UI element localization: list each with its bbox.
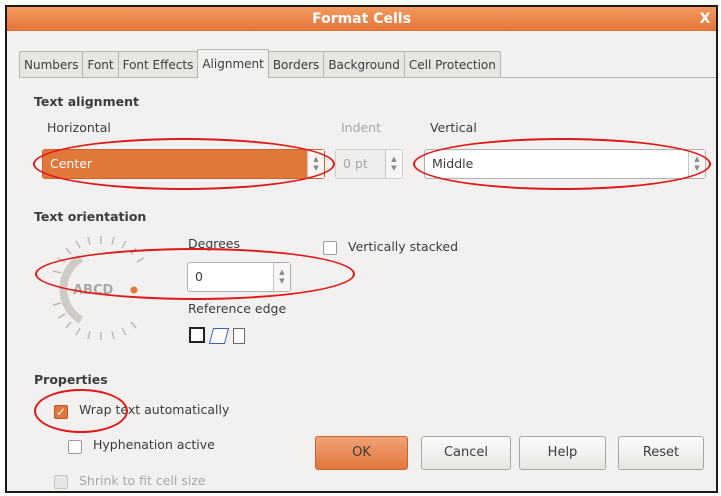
- horizontal-select[interactable]: Center ▲ ▼: [42, 149, 325, 179]
- dialog-title: Format Cells: [312, 11, 411, 27]
- reference-edge-bottom-icon[interactable]: [189, 327, 205, 343]
- properties-heading: Properties: [34, 372, 108, 387]
- vertical-value: Middle: [432, 156, 474, 171]
- indent-label: Indent: [341, 120, 382, 135]
- reference-edge-top-icon[interactable]: [208, 328, 230, 344]
- horizontal-label: Horizontal: [47, 120, 111, 135]
- indent-spin-icon[interactable]: ▲ ▼: [385, 150, 402, 178]
- degrees-spin-icon[interactable]: ▲ ▼: [273, 263, 290, 291]
- orientation-dial[interactable]: ABCD: [41, 228, 161, 348]
- reference-edge-inside-icon[interactable]: [233, 328, 245, 344]
- text-alignment-heading: Text alignment: [34, 94, 139, 109]
- ok-button[interactable]: OK: [315, 436, 408, 470]
- tab-background[interactable]: Background: [323, 51, 405, 78]
- format-cells-dialog: Format Cells X Numbers Font Font Effects…: [5, 5, 718, 493]
- vertical-select[interactable]: Middle ▲ ▼: [424, 149, 706, 179]
- indent-value: 0 pt: [343, 156, 368, 171]
- wrap-text-checkbox[interactable]: ✓: [54, 405, 68, 419]
- close-icon[interactable]: X: [694, 7, 716, 31]
- indent-spinbox[interactable]: 0 pt ▲ ▼: [335, 149, 403, 179]
- tab-bar: Numbers Font Font Effects Alignment Bord…: [19, 49, 501, 78]
- vertical-label: Vertical: [430, 120, 477, 135]
- cancel-button[interactable]: Cancel: [421, 436, 511, 470]
- title-bar: Format Cells X: [7, 7, 716, 31]
- horizontal-spin-icon[interactable]: ▲ ▼: [307, 150, 324, 178]
- alignment-panel: Text alignment Horizontal Center ▲ ▼ Inde…: [21, 77, 716, 491]
- tab-alignment[interactable]: Alignment: [197, 49, 269, 78]
- help-button[interactable]: Help: [519, 436, 606, 470]
- hyphenation-checkbox[interactable]: [68, 440, 82, 454]
- wrap-text-label: Wrap text automatically: [79, 402, 230, 417]
- dial-handle-icon: [130, 286, 138, 294]
- tab-cell-protection[interactable]: Cell Protection: [403, 51, 501, 78]
- shrink-to-fit-checkbox[interactable]: [54, 475, 68, 489]
- tab-font-effects[interactable]: Font Effects: [117, 51, 199, 78]
- reset-button[interactable]: Reset: [618, 436, 704, 470]
- degrees-value: 0: [195, 269, 203, 284]
- degrees-label: Degrees: [188, 236, 241, 251]
- vertical-spin-icon[interactable]: ▲ ▼: [688, 150, 705, 178]
- tab-borders[interactable]: Borders: [267, 51, 325, 78]
- text-orientation-heading: Text orientation: [34, 209, 147, 224]
- degrees-spinbox[interactable]: 0 ▲ ▼: [187, 262, 291, 292]
- shrink-to-fit-label: Shrink to fit cell size: [79, 473, 206, 488]
- vertically-stacked-label: Vertically stacked: [348, 239, 458, 254]
- tab-numbers[interactable]: Numbers: [19, 51, 84, 78]
- dial-text: ABCD: [73, 283, 114, 298]
- hyphenation-label: Hyphenation active: [93, 437, 215, 452]
- tab-font[interactable]: Font: [82, 51, 119, 78]
- vertically-stacked-checkbox[interactable]: [323, 241, 337, 255]
- reference-edge-label: Reference edge: [188, 301, 287, 316]
- horizontal-value: Center: [50, 156, 93, 171]
